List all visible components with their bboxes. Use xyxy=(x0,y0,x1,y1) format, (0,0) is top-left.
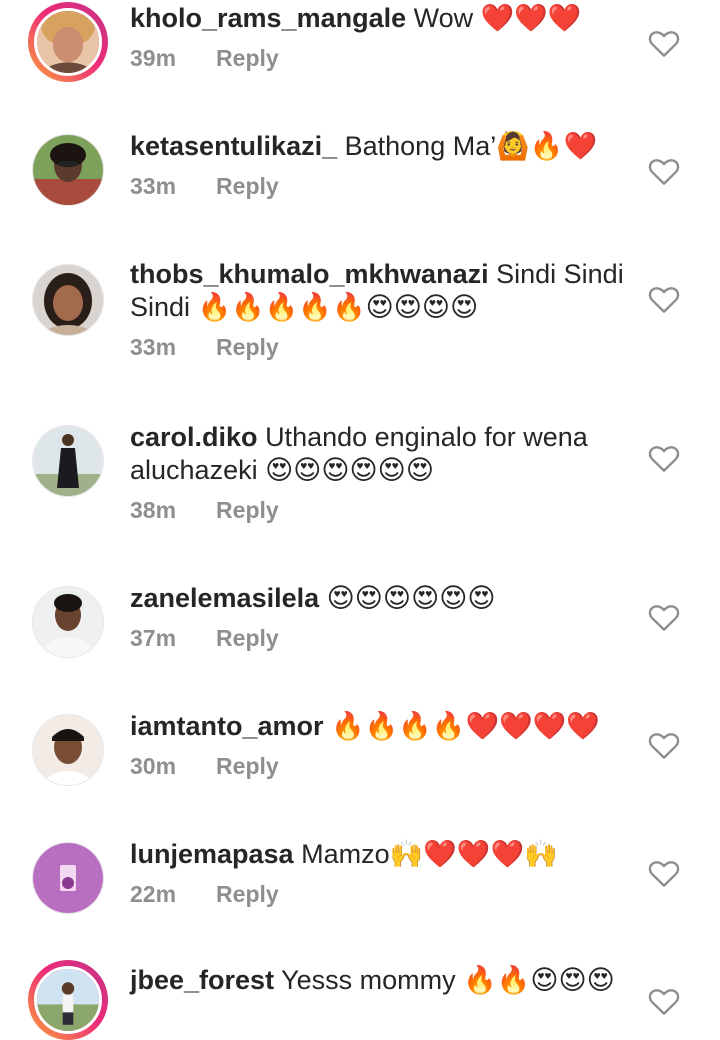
comment-text: thobs_khumalo_mkhwanazi Sindi Sindi Sind… xyxy=(130,258,630,324)
comment-text: ketasentulikazi_ Bathong Ma’🙆🔥❤️ xyxy=(130,130,630,163)
comment-time: 30m xyxy=(130,753,177,779)
comment-text: zanelemasilela 😍😍😍😍😍😍 xyxy=(130,582,630,615)
reply-button[interactable]: Reply xyxy=(216,625,279,652)
heart-outline-icon[interactable] xyxy=(648,443,680,473)
comment-message: Mamzo🙌❤️❤️❤️🙌 xyxy=(301,839,558,869)
heart-outline-icon[interactable] xyxy=(648,156,680,186)
avatar-container[interactable] xyxy=(28,838,108,918)
avatar[interactable] xyxy=(34,966,102,1034)
comment-username[interactable]: jbee_forest xyxy=(130,965,274,995)
heart-outline-icon[interactable] xyxy=(648,28,680,58)
heart-outline-icon[interactable] xyxy=(648,986,680,1016)
comment-time: 33m xyxy=(130,173,177,199)
story-ring[interactable] xyxy=(28,960,108,1040)
reply-button[interactable]: Reply xyxy=(216,173,279,200)
reply-button[interactable]: Reply xyxy=(216,334,279,361)
comment-time: 39m xyxy=(130,45,177,71)
comment-username[interactable]: zanelemasilela xyxy=(130,583,319,613)
heart-outline-icon[interactable] xyxy=(648,284,680,314)
comment-message: Bathong Ma’🙆🔥❤️ xyxy=(344,131,598,161)
comment-username[interactable]: kholo_rams_mangale xyxy=(130,3,406,33)
avatar-container[interactable] xyxy=(28,260,108,340)
comment-meta: 33m Reply xyxy=(130,173,630,200)
comment-meta: 30m Reply xyxy=(130,753,630,780)
reply-button[interactable]: Reply xyxy=(216,45,279,72)
comment-message: 😍😍😍😍😍😍 xyxy=(326,583,496,613)
story-ring[interactable] xyxy=(28,2,108,82)
comment-time: 37m xyxy=(130,625,177,651)
avatar[interactable] xyxy=(32,714,104,786)
comment-text: jbee_forest Yesss mommy 🔥🔥😍😍😍 xyxy=(130,964,630,997)
comment-meta: 39m Reply xyxy=(130,45,630,72)
comment-meta: 37m Reply xyxy=(130,625,630,652)
avatar[interactable] xyxy=(32,842,104,914)
reply-button[interactable]: Reply xyxy=(216,497,279,524)
comment-username[interactable]: ketasentulikazi_ xyxy=(130,131,337,161)
comment-meta: 22m Reply xyxy=(130,881,630,908)
reply-button[interactable]: Reply xyxy=(216,881,279,908)
avatar-container[interactable] xyxy=(28,710,108,790)
comment-username[interactable]: iamtanto_amor xyxy=(130,711,324,741)
avatar[interactable] xyxy=(32,134,104,206)
avatar-container[interactable] xyxy=(28,421,108,501)
heart-outline-icon[interactable] xyxy=(648,602,680,632)
avatar[interactable] xyxy=(32,586,104,658)
avatar[interactable] xyxy=(32,264,104,336)
comment-time: 22m xyxy=(130,881,177,907)
comment-time: 38m xyxy=(130,497,177,523)
avatar[interactable] xyxy=(34,8,102,76)
reply-button[interactable]: Reply xyxy=(216,753,279,780)
comment-meta: 38m Reply xyxy=(130,497,630,524)
comment-username[interactable]: lunjemapasa xyxy=(130,839,294,869)
comment-message: Yesss mommy 🔥🔥😍😍😍 xyxy=(281,965,615,995)
avatar-container[interactable] xyxy=(28,130,108,210)
comment-username[interactable]: thobs_khumalo_mkhwanazi xyxy=(130,259,489,289)
comment-time: 33m xyxy=(130,334,177,360)
comment-text: carol.diko Uthando enginalo for wena alu… xyxy=(130,421,630,487)
comment-text: iamtanto_amor 🔥🔥🔥🔥❤️❤️❤️❤️ xyxy=(130,710,630,743)
comment-text: lunjemapasa Mamzo🙌❤️❤️❤️🙌 xyxy=(130,838,630,871)
heart-outline-icon[interactable] xyxy=(648,730,680,760)
avatar[interactable] xyxy=(32,425,104,497)
comment-text: kholo_rams_mangale Wow ❤️❤️❤️ xyxy=(130,2,630,35)
heart-outline-icon[interactable] xyxy=(648,858,680,888)
comment-meta: 33m Reply xyxy=(130,334,630,361)
comment-username[interactable]: carol.diko xyxy=(130,422,258,452)
comment-message: 🔥🔥🔥🔥❤️❤️❤️❤️ xyxy=(331,711,601,741)
avatar-container[interactable] xyxy=(28,582,108,662)
comment-message: Wow ❤️❤️❤️ xyxy=(413,3,582,33)
